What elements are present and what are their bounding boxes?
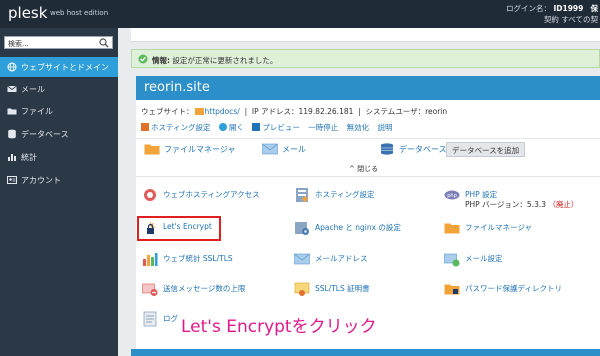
login-value[interactable]: ID1999 [553,4,583,13]
sysuser-label: システムユーザ： [365,107,426,116]
disable-link[interactable]: 無効化 [347,123,370,132]
website-label: ウェブサイト： [141,107,194,116]
tool-apache-nginx[interactable]: Apache と nginx の設定 [294,219,444,239]
sysuser-value: reorin [425,107,448,116]
sidebar-item-files[interactable]: ファイル [0,101,118,121]
hosting-access-icon [144,189,156,201]
php-icon: php [444,190,460,200]
top-bar: plesk web host edition ログイン名： ID1999 保 契… [0,0,600,28]
folder-icon [7,108,17,115]
envelope-icon [262,143,278,155]
check-icon [138,54,148,64]
hosting-settings-icon [141,123,149,131]
sidebar-item-label: メール [21,85,45,94]
tool-hosting-settings[interactable]: ホスティング設定 [294,186,444,206]
edition-label: web host edition [50,9,109,17]
login-tail[interactable]: 保 [591,4,599,13]
sidebar-item-label: データベース [21,130,69,139]
add-database-button[interactable]: データベースを追加 [446,142,526,157]
php-deprecated-note: （廃止） [548,200,579,209]
contract-line[interactable]: 契約 すべての契 [506,14,598,25]
tool-outgoing-limit[interactable]: 送信メッセージ数の上限 [142,280,292,300]
logs-icon [143,311,157,327]
tool-mail-settings[interactable]: メール設定 [444,250,594,270]
website-path-link[interactable]: httpdocs/ [205,107,240,116]
envelope-icon [7,85,17,92]
login-label: ログイン名： [506,4,552,13]
search-input[interactable]: 検索... [4,36,113,49]
hosting-settings-link[interactable]: ホスティング設定 [141,123,211,132]
outgoing-limit-icon [142,283,158,296]
mail-address-icon [294,253,310,265]
folder-icon [194,108,204,115]
search-placeholder: 検索... [8,40,29,48]
tool-web-statistics[interactable]: ウェブ統計 SSL/TLS [142,250,292,270]
sidebar-item-account[interactable]: アカウント [0,170,118,190]
sidebar-item-label: ファイル [21,107,53,116]
tool-ssl-certificates[interactable]: SSL/TLS 証明書 [294,280,444,300]
file-manager-quick-link[interactable]: ファイルマネージャ [144,143,235,155]
lets-encrypt-highlight-box [137,216,221,241]
svg-text:php: php [447,193,457,199]
database-icon [8,129,16,139]
domain-info: ウェブサイト： httpdocs/ | IP アドレス：119.82.26.181… [141,107,448,116]
notice-label: 情報: [152,56,170,65]
globe-icon [7,62,17,72]
apache-nginx-icon [295,222,309,235]
notice-text: 設定が正常に更新されました。 [172,56,278,65]
preview-icon [252,123,261,131]
php-version: PHP バージョン：5.3.3 （廃止） [465,200,579,209]
domain-links: ホスティング設定 開く プレビュー 一時停止 無効化 説明 [141,122,399,133]
hosting-settings-icon [296,188,308,202]
divider [136,176,600,177]
user-info: ログイン名： ID1999 保 契約 すべての契 [506,3,598,25]
collapse-toggle[interactable]: ^ 閉じる [349,164,378,174]
ip-label: IP アドレス： [251,107,299,116]
sidebar-item-label: 統計 [21,153,37,162]
main-content: 情報: 設定が正常に更新されました。 reorin.site ウェブサイト： ht… [131,28,600,356]
sidebar-item-websites[interactable]: ウェブサイトとドメイン [0,57,118,77]
sidebar-item-databases[interactable]: データベース [0,124,118,144]
tool-php-settings[interactable]: php PHP 設定 PHP バージョン：5.3.3 （廃止） [444,186,594,209]
instruction-caption: Let's Encryptをクリック [181,317,377,337]
open-link[interactable]: 開く [218,123,244,132]
preview-link[interactable]: プレビュー [252,123,300,132]
sidebar: 検索... ウェブサイトとドメイン メール ファイル データベース 統計 アカウ… [0,28,118,356]
folder-icon [444,223,460,234]
bar-chart-icon [8,154,16,161]
domain-name[interactable]: reorin.site [144,80,210,95]
top-strip [131,28,600,42]
certificate-icon [294,282,310,296]
sidebar-item-label: アカウント [21,176,61,185]
sidebar-item-statistics[interactable]: 統計 [0,147,118,167]
success-notice: 情報: 設定が正常に更新されました。 [131,49,600,68]
sidebar-item-label: ウェブサイトとドメイン [21,63,109,72]
search-icon[interactable] [99,38,109,48]
bottom-bar [131,349,600,356]
tool-web-hosting-access[interactable]: ウェブホスティングアクセス [142,186,292,206]
mail-settings-icon [444,253,460,267]
tool-password-directories[interactable]: パスワード保護ディレクトリ [444,280,594,300]
suspend-link[interactable]: 一時停止 [308,123,338,132]
web-stats-icon [143,253,158,266]
tool-mail-addresses[interactable]: メールアドレス [294,250,444,270]
ip-value: 119.82.26.181 [298,107,354,116]
plesk-logo[interactable]: plesk [8,4,47,22]
quick-access-bar: ファイルマネージャ メール データベース データベースを追加 [136,138,600,161]
description-link[interactable]: 説明 [378,123,393,132]
open-icon [218,123,227,131]
database-icon [381,143,393,155]
sidebar-item-mail[interactable]: メール [0,79,118,99]
folder-icon [144,144,160,155]
databases-quick-link[interactable]: データベース [379,143,447,155]
password-dir-icon [444,284,460,295]
mail-quick-link[interactable]: メール [262,143,306,155]
tool-file-manager[interactable]: ファイルマネージャ [444,219,594,239]
domain-header: reorin.site [136,76,600,100]
account-icon [7,176,17,184]
